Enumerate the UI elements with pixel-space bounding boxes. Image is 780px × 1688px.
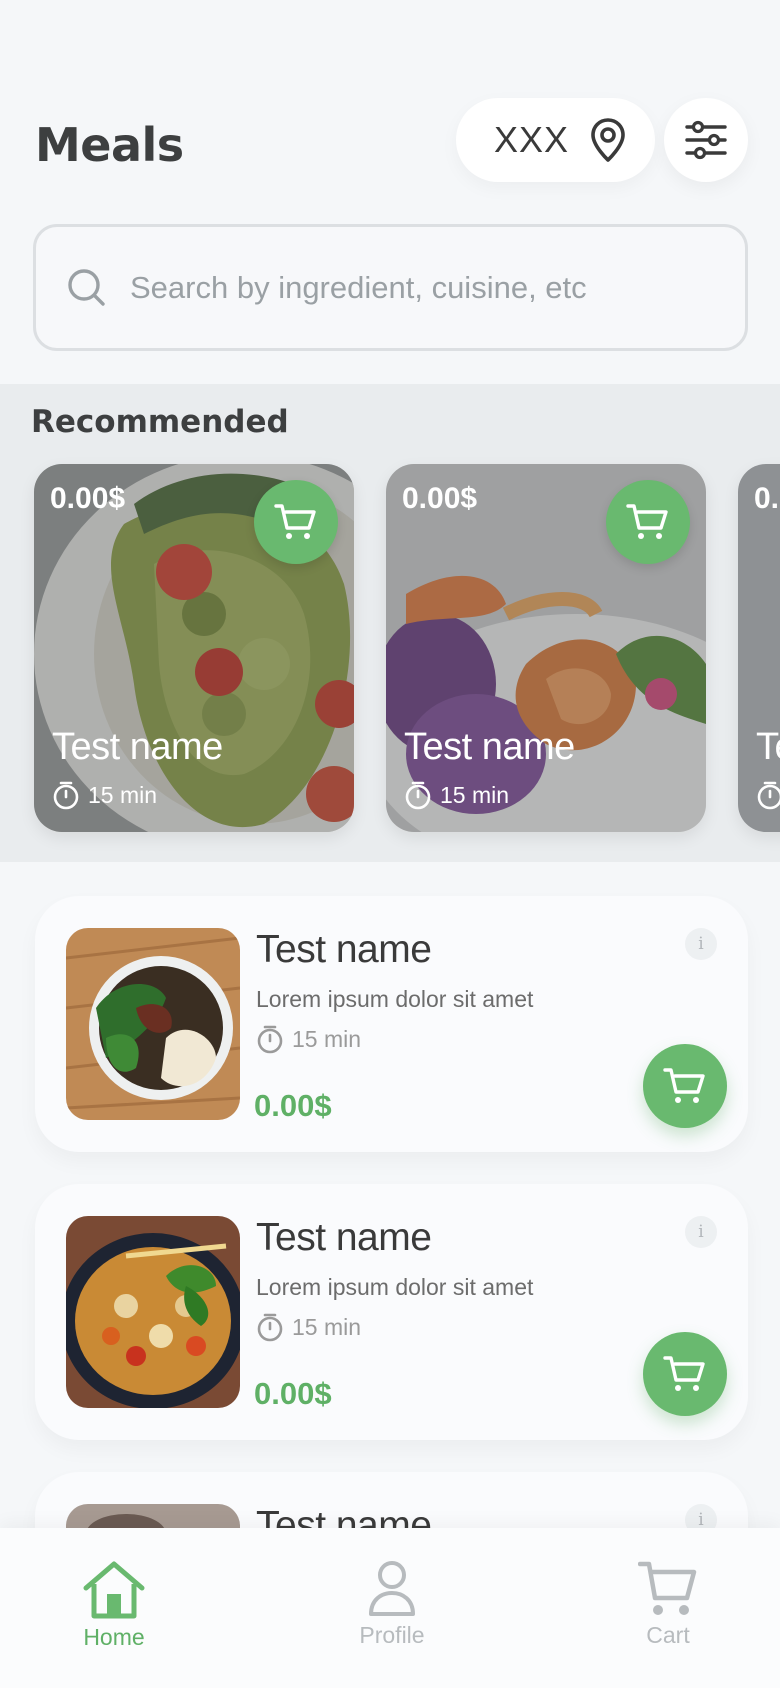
time-label: 15 min	[440, 781, 510, 808]
time-label: 15 min	[88, 781, 158, 808]
timer-icon	[53, 781, 79, 810]
meal-price: 0.00$	[254, 1088, 332, 1123]
cart-icon	[663, 1356, 705, 1391]
meal-time	[756, 780, 780, 810]
nav-profile-label: Profile	[359, 1622, 425, 1648]
price-label: 0.00$	[50, 482, 126, 515]
meal-description: Lorem ipsum dolor sit amet	[256, 1274, 534, 1300]
header: Meals XXX	[0, 96, 780, 186]
cart-icon	[626, 504, 668, 539]
meal-time: 15 min	[404, 780, 509, 810]
meal-time: 15 min	[52, 780, 157, 810]
meal-price: 0.00$	[254, 1376, 332, 1411]
search-bar[interactable]	[33, 224, 748, 351]
meal-name: Test name	[256, 1216, 432, 1259]
cart-icon	[663, 1068, 705, 1103]
price-label: 0.	[754, 482, 780, 515]
filter-button[interactable]	[664, 98, 748, 182]
time-label: 15 min	[292, 1025, 362, 1052]
bottom-navigation: Home Profile Cart	[0, 1528, 780, 1688]
cart-icon	[274, 504, 316, 539]
time-label: 15 min	[292, 1313, 362, 1340]
info-icon[interactable]: i	[685, 928, 717, 960]
meal-time: 15 min	[256, 1312, 361, 1342]
info-icon[interactable]: i	[685, 1216, 717, 1248]
timer-icon	[405, 781, 431, 810]
meal-time: 15 min	[256, 1024, 361, 1054]
page-title: Meals	[35, 118, 184, 172]
add-to-cart-button[interactable]	[606, 480, 690, 564]
recommended-title: Recommended	[31, 404, 289, 440]
recommended-section: Recommended 0.00$ Test name 15 min 0.00$…	[0, 384, 780, 862]
profile-icon	[369, 1561, 415, 1616]
nav-profile[interactable]: Profile	[322, 1560, 462, 1649]
meal-list-item[interactable]: Test name Lorem ipsum dolor sit amet 15 …	[35, 896, 748, 1152]
recommended-card[interactable]: 0.00$ Test name 15 min	[34, 464, 354, 832]
meal-list-item[interactable]: Test name Lorem ipsum dolor sit amet 15 …	[35, 1184, 748, 1440]
timer-icon	[257, 1313, 283, 1342]
filter-sliders-icon	[685, 120, 727, 160]
search-icon	[68, 268, 105, 306]
price-label: 0.00$	[402, 482, 478, 515]
location-label: XXX	[494, 119, 570, 160]
nav-cart-label: Cart	[646, 1622, 690, 1648]
meal-thumbnail	[66, 1216, 240, 1408]
timer-icon	[257, 1025, 283, 1054]
timer-icon	[757, 781, 780, 810]
meal-description: Lorem ipsum dolor sit amet	[256, 986, 534, 1012]
nav-home[interactable]: Home	[44, 1560, 184, 1651]
nav-home-label: Home	[83, 1624, 145, 1650]
home-icon	[83, 1561, 145, 1619]
add-to-cart-button[interactable]	[643, 1044, 727, 1128]
nav-cart[interactable]: Cart	[598, 1560, 738, 1649]
recommended-card[interactable]: 0.00$ Test name 15 min	[386, 464, 706, 832]
meal-name: Te	[756, 726, 780, 768]
meal-name: Test name	[404, 726, 575, 768]
meal-photo	[738, 464, 780, 832]
cart-icon	[638, 1561, 697, 1615]
add-to-cart-button[interactable]	[643, 1332, 727, 1416]
meal-thumbnail	[66, 928, 240, 1120]
add-to-cart-button[interactable]	[254, 480, 338, 564]
location-selector[interactable]: XXX	[456, 98, 655, 182]
meal-name: Test name	[256, 928, 432, 971]
search-input[interactable]	[130, 269, 730, 306]
meal-name: Test name	[52, 726, 223, 768]
recommended-card[interactable]: 0. Te	[738, 464, 780, 832]
location-pin-icon	[591, 118, 625, 162]
